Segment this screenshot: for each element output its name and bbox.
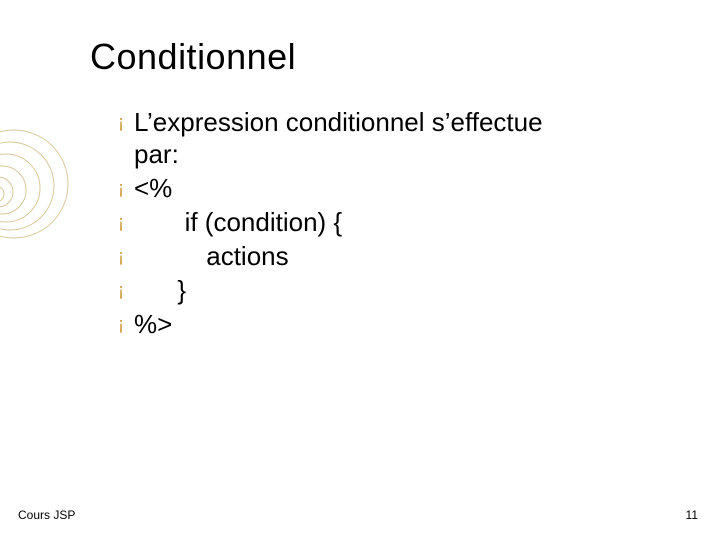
list-item: ¡ <% bbox=[118, 172, 680, 204]
bullet-icon: ¡ bbox=[118, 240, 124, 272]
bullet-list: ¡ L’expression conditionnel s’effectue p… bbox=[118, 106, 680, 342]
list-item: ¡ %> bbox=[118, 308, 680, 340]
list-item-text: actions bbox=[134, 240, 289, 272]
bullet-icon: ¡ bbox=[118, 106, 124, 138]
list-item: ¡ } bbox=[118, 274, 680, 306]
footer-page-number: 11 bbox=[686, 508, 698, 522]
list-item-text: <% bbox=[134, 172, 172, 204]
list-item-text: } bbox=[134, 274, 186, 306]
list-item: ¡ if (condition) { bbox=[118, 206, 680, 238]
list-item-text: if (condition) { bbox=[134, 206, 342, 238]
bullet-icon: ¡ bbox=[118, 206, 124, 238]
list-item: ¡ actions bbox=[118, 240, 680, 272]
list-item: ¡ L’expression conditionnel s’effectue p… bbox=[118, 106, 680, 170]
bullet-icon: ¡ bbox=[118, 172, 124, 204]
slide-title: Conditionnel bbox=[90, 36, 296, 78]
footer-course-name: Cours JSP bbox=[18, 508, 75, 522]
bullet-icon: ¡ bbox=[118, 274, 124, 306]
list-item-text: L’expression conditionnel s’effectue par… bbox=[134, 106, 543, 170]
bullet-icon: ¡ bbox=[118, 308, 124, 340]
list-item-text: %> bbox=[134, 308, 172, 340]
decorative-swirl bbox=[0, 124, 74, 244]
